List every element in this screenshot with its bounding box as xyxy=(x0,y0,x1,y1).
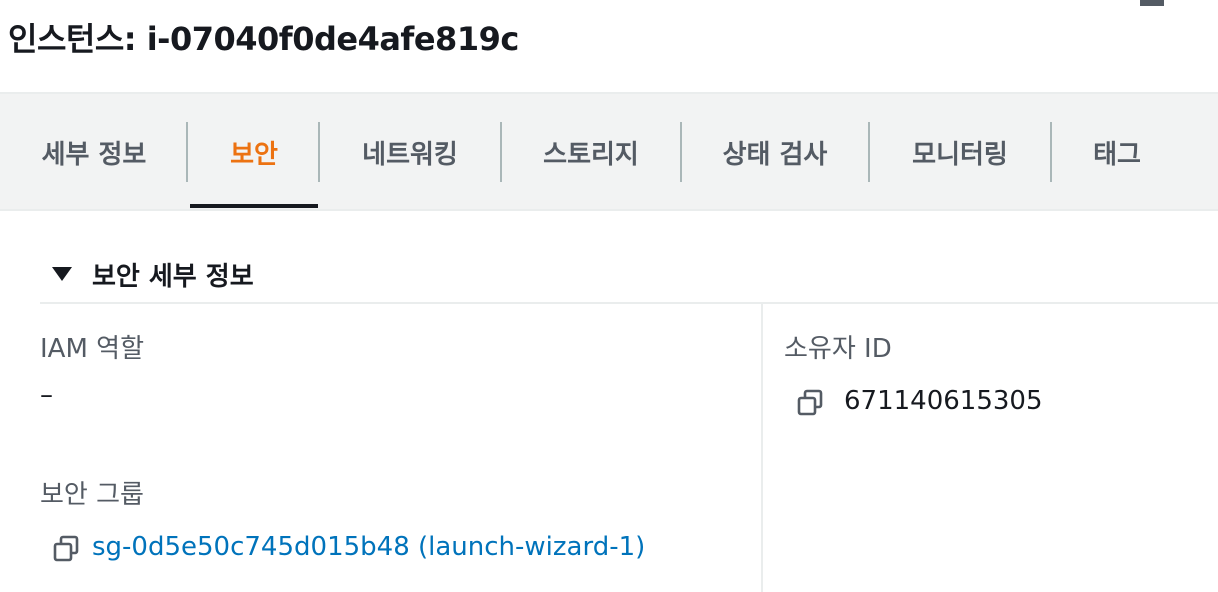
tab-monitoring[interactable]: 모니터링 xyxy=(870,94,1050,210)
owner-id-value: 671140615305 xyxy=(844,386,1043,416)
caret-down-icon xyxy=(52,267,72,281)
tab-status-checks[interactable]: 상태 검사 xyxy=(682,94,868,210)
tab-networking[interactable]: 네트워킹 xyxy=(320,94,500,210)
copy-icon[interactable] xyxy=(52,535,80,563)
tab-divider xyxy=(186,122,188,182)
tab-bar: 세부 정보 보안 네트워킹 스토리지 상태 검사 모니터링 태그 xyxy=(0,94,1218,210)
tab-storage[interactable]: 스토리지 xyxy=(502,94,680,210)
security-group-link[interactable]: sg-0d5e50c745d015b48 (launch-wizard-1) xyxy=(92,532,645,562)
owner-id-label: 소유자 ID xyxy=(784,334,892,364)
copy-icon[interactable] xyxy=(796,389,824,417)
page-title: 인스턴스: i-07040f0de4afe819c xyxy=(8,20,519,58)
active-tab-indicator xyxy=(190,204,318,208)
iam-role-label: IAM 역할 xyxy=(40,334,144,364)
menu-icon[interactable] xyxy=(1140,0,1164,6)
tab-tags[interactable]: 태그 xyxy=(1052,94,1182,210)
tab-details[interactable]: 세부 정보 xyxy=(0,94,188,210)
iam-role-value: – xyxy=(40,380,53,410)
tab-security[interactable]: 보안 xyxy=(190,94,318,210)
section-divider xyxy=(40,302,1218,304)
page: 인스턴스: i-07040f0de4afe819c 세부 정보 보안 네트워킹 … xyxy=(0,0,1218,592)
section-title: 보안 세부 정보 xyxy=(92,261,254,292)
tab-bar-divider xyxy=(0,209,1218,211)
security-details-toggle[interactable]: 보안 세부 정보 xyxy=(52,252,254,296)
page-header: 인스턴스: i-07040f0de4afe819c xyxy=(0,0,1218,93)
security-groups-label: 보안 그룹 xyxy=(40,480,144,510)
column-divider xyxy=(761,304,763,592)
